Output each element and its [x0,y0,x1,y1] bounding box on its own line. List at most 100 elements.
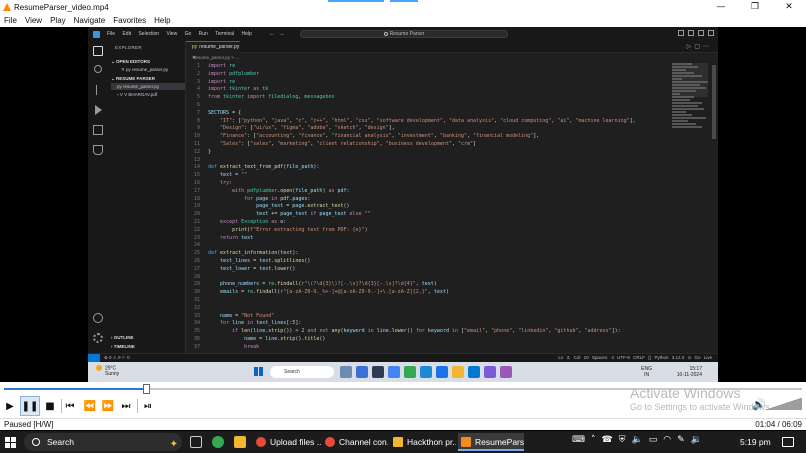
menu-view[interactable]: View [21,16,46,25]
nav-arrows-icon[interactable]: ←→ [269,31,289,37]
minimap[interactable] [672,63,708,145]
play-icon[interactable]: ▶ [0,396,20,416]
vs-menu-terminal[interactable]: Terminal [212,31,237,37]
run-split-more-icons[interactable]: ▷▢⋯ [687,43,712,50]
minimap-slider[interactable] [672,63,708,97]
task-view-icon[interactable] [190,436,202,448]
code-line[interactable]: 11 "Sales": ["sales", "marketing", "clie… [186,141,656,149]
notification-icon[interactable] [782,437,794,447]
vs-menu-view[interactable]: View [163,31,180,37]
code-line[interactable]: 26 text_lines = text.splitlines() [186,258,656,266]
security-icon[interactable]: ⛨ [619,435,626,445]
extensions-icon[interactable] [93,125,103,135]
code-line[interactable]: 34 for line in text_lines[:5]: [186,320,656,328]
account-icon[interactable] [93,313,103,323]
code-line[interactable]: 23 return text [186,235,656,243]
battery-icon[interactable]: ▭ [649,435,658,445]
code-line[interactable]: 10 "Finance": ["accounting", "finance", … [186,133,656,141]
code-line[interactable]: 4 import tkinter as tk [186,86,656,94]
editor-status-info[interactable]: Ln 3, Col 10 Spaces: 4 UTF-8 CRLF {} Pyt… [558,354,712,362]
code-line[interactable]: 32 [186,305,656,313]
breadcrumb[interactable]: resume_parser.py > ... [186,54,718,62]
minimize-button[interactable]: — [704,0,738,14]
volume-icon[interactable]: 🔊 [752,399,766,410]
code-line[interactable]: 15 text = "" [186,172,656,180]
open-editor-item[interactable]: ✕ py resume_parser.py [111,66,185,73]
meet-icon[interactable]: ☎ [602,435,613,445]
source-control-icon[interactable] [93,85,103,95]
explorer-icon[interactable] [93,46,103,56]
code-line[interactable]: 2 import pdfplumber [186,71,656,79]
run-debug-icon[interactable] [95,105,102,115]
search-view-icon[interactable] [94,65,102,73]
vs-menu-help[interactable]: Help [239,31,255,37]
file-item-pdf[interactable]: ▪ V V BHARGAV.pdf [111,91,185,98]
taskbar-clock[interactable]: 5:19 pm [740,431,771,453]
customize-layout-icon[interactable] [708,30,714,36]
code-line[interactable]: 1 import re [186,63,656,71]
speaker-icon-2[interactable]: 🔉 [691,435,702,445]
code-line[interactable]: 33 name = "Not Found" [186,313,656,321]
code-line[interactable]: 12} [186,149,656,157]
code-line[interactable]: 7 SECTORS = { [186,110,656,118]
code-line[interactable]: 25 def extract_information(text): [186,250,656,258]
vs-menu-file[interactable]: File [104,31,118,37]
rewind-icon[interactable]: ⏪ [80,396,100,416]
command-center-search[interactable]: Resume Parser [300,30,508,38]
volume-slider[interactable] [766,398,802,410]
vs-menu-selection[interactable]: Selection [135,31,162,37]
start-button[interactable] [5,437,16,448]
code-line[interactable]: 21 except Exception as e: [186,219,656,227]
code-line[interactable]: 29 phone_numbers = re.findall(r"\(?\d{3}… [186,281,656,289]
code-line[interactable]: 3 import re [186,79,656,87]
menu-help[interactable]: Help [150,16,174,25]
timeline-section[interactable]: › TIMELINE [111,344,135,349]
fast-forward-icon[interactable]: ⏩ [98,396,118,416]
code-line[interactable]: 30 emails = re.findall(r"[a-zA-Z0-9._%+-… [186,289,656,297]
menu-play[interactable]: Play [46,16,70,25]
vs-menu-go[interactable]: Go [182,31,195,37]
menu-navigate[interactable]: Navigate [70,16,110,25]
taskbar-task-channel[interactable]: Channel con... [322,433,388,451]
pause-icon[interactable]: ❚❚ [20,396,40,416]
chrome-icon[interactable] [212,436,224,448]
next-icon[interactable]: ⏭ [116,396,136,416]
frame-step-icon[interactable]: ⏯ [138,396,158,416]
toggle-panel-icon[interactable] [688,30,694,36]
code-line[interactable]: 16 try: [186,180,656,188]
speaker-icon[interactable]: 🔈 [631,435,642,445]
code-line[interactable]: 20 text += page_text if page_text else "… [186,211,656,219]
taskbar-task-resumeparser[interactable]: ResumePars... [458,433,524,451]
close-button[interactable]: ✕ [772,0,806,14]
keyboard-icon[interactable]: ⌨ [572,435,585,445]
editor-tab-resume-parser[interactable]: py resume_parser.py ✕ [186,41,240,61]
file-explorer-icon[interactable] [234,436,246,448]
code-line[interactable]: 17 with pdfplumber.open(file_path) as pd… [186,188,656,196]
vs-menu-run[interactable]: Run [196,31,211,37]
chevron-up-icon[interactable]: ˄ [591,435,596,445]
problems-indicator[interactable]: ⊗ 0 ⚠ 0 ⚐ 0 [104,354,130,362]
maximize-button[interactable]: ❐ [738,0,772,14]
code-line[interactable]: 31 [186,297,656,305]
project-section[interactable]: ⌄ RESUME PARSER [111,76,155,82]
code-line[interactable]: 13 [186,157,656,165]
remote-indicator-icon[interactable] [88,354,100,362]
manage-gear-icon[interactable] [93,333,103,343]
menu-favorites[interactable]: Favorites [109,16,150,25]
code-line[interactable]: 18 for page in pdf.pages: [186,196,656,204]
outline-section[interactable]: › OUTLINE [111,335,134,340]
code-line[interactable]: 35 if len(line.strip()) > 2 and not any(… [186,328,656,336]
vs-menu-edit[interactable]: Edit [119,31,134,37]
code-line[interactable]: 5 from tkinter import filedialog, message… [186,94,656,102]
taskbar-search[interactable]: Search ✦ [24,433,182,451]
open-editors-section[interactable]: ⌄ OPEN EDITORS [111,59,150,65]
taskbar-task-upload[interactable]: Upload files ... [253,433,321,451]
seek-handle[interactable] [143,384,151,394]
testing-icon[interactable] [93,145,103,155]
code-line[interactable]: 24 [186,242,656,250]
code-line[interactable]: 28 [186,274,656,282]
code-line[interactable]: 8 "IT": ["python", "java", "c", "c++", "… [186,118,656,126]
toggle-secondary-sidebar-icon[interactable] [698,30,704,36]
toggle-sidebar-icon[interactable] [678,30,684,36]
pen-icon[interactable]: ✎ [677,435,685,445]
